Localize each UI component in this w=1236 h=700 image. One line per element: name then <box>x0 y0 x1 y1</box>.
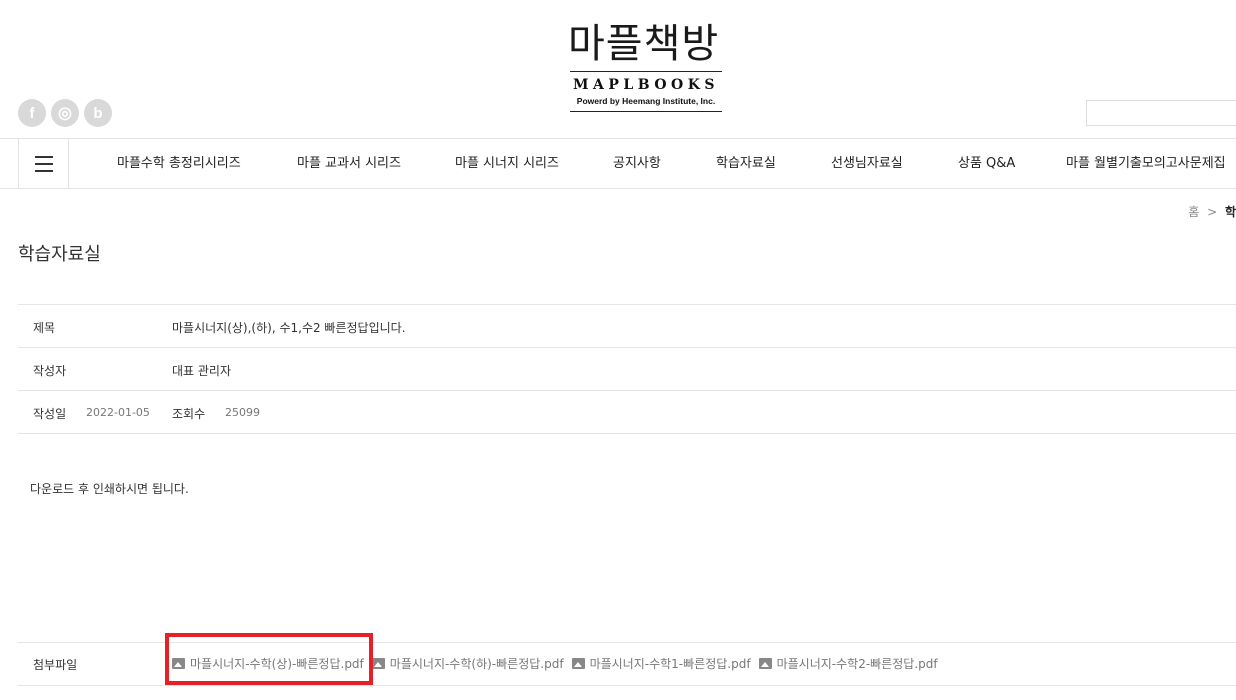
row-divider <box>18 347 1236 348</box>
image-file-icon <box>571 658 585 669</box>
date-label: 작성일 <box>33 407 67 421</box>
highlight-box <box>165 633 373 685</box>
views-label: 조회수 <box>172 407 206 421</box>
attachment-filename: 마플시너지-수학1-빠른정답.pdf <box>589 657 751 671</box>
breadcrumb: 홈 > 학 <box>1188 203 1236 220</box>
post-body: 다운로드 후 인쇄하시면 됩니다. <box>30 482 189 496</box>
instagram-icon[interactable]: ◎ <box>51 99 79 127</box>
attachment-link[interactable]: 마플시너지-수학2-빠른정답.pdf <box>758 655 938 672</box>
nav-item-teacher-materials[interactable]: 선생님자료실 <box>831 139 903 188</box>
menu-icon[interactable] <box>18 139 69 188</box>
logo-divider <box>570 111 722 112</box>
page-title: 학습자료실 <box>18 244 101 265</box>
author-label: 작성자 <box>33 364 67 378</box>
blog-icon[interactable]: b <box>84 99 112 127</box>
title-label: 제목 <box>33 321 56 335</box>
image-file-icon <box>758 658 772 669</box>
attachments-label: 첨부파일 <box>33 658 78 672</box>
row-divider <box>18 390 1236 391</box>
main-nav: 마플수학 총정리시리즈 마플 교과서 시리즈 마플 시너지 시리즈 공지사항 학… <box>0 138 1236 189</box>
breadcrumb-separator: > <box>1207 205 1218 219</box>
logo-divider <box>570 71 722 72</box>
attachment-link[interactable]: 마플시너지-수학(하)-빠른정답.pdf <box>371 655 564 672</box>
breadcrumb-home[interactable]: 홈 <box>1188 205 1199 219</box>
logo-english-text: MAPLBOOKS <box>573 77 719 93</box>
attachment-link[interactable]: 마플시너지-수학1-빠른정답.pdf <box>571 655 751 672</box>
attachment-filename: 마플시너지-수학(하)-빠른정답.pdf <box>389 657 564 671</box>
post-author: 대표 관리자 <box>172 364 232 378</box>
nav-item-product-qa[interactable]: 상품 Q&A <box>958 139 1015 188</box>
nav-item-study-materials[interactable]: 학습자료실 <box>716 139 776 188</box>
image-file-icon <box>371 658 385 669</box>
site-logo[interactable]: 마플책방 MAPLBOOKS Powerd by Heemang Institu… <box>568 22 724 114</box>
breadcrumb-current[interactable]: 학 <box>1225 205 1236 219</box>
row-divider <box>18 433 1236 434</box>
nav-item-textbook-series[interactable]: 마플 교과서 시리즈 <box>297 139 401 188</box>
logo-subtitle: Powerd by Heemang Institute, Inc. <box>576 96 716 106</box>
row-divider <box>18 685 1236 686</box>
nav-item-notice[interactable]: 공지사항 <box>613 139 661 188</box>
attachment-filename: 마플시너지-수학2-빠른정답.pdf <box>776 657 938 671</box>
nav-item-synergy-series[interactable]: 마플 시너지 시리즈 <box>455 139 559 188</box>
logo-korean-text: 마플책방 <box>568 21 720 67</box>
nav-item-monthly-mock-exams[interactable]: 마플 월별기출모의고사문제집 <box>1066 139 1226 188</box>
nav-item-maple-math-series[interactable]: 마플수학 총정리시리즈 <box>117 139 241 188</box>
post-date: 2022-01-05 <box>86 406 150 419</box>
post-title: 마플시너지(상),(하), 수1,수2 빠른정답입니다. <box>172 321 406 335</box>
search-input[interactable] <box>1086 100 1236 126</box>
row-divider <box>18 304 1236 305</box>
facebook-icon[interactable]: f <box>18 99 46 127</box>
post-views: 25099 <box>225 406 260 419</box>
